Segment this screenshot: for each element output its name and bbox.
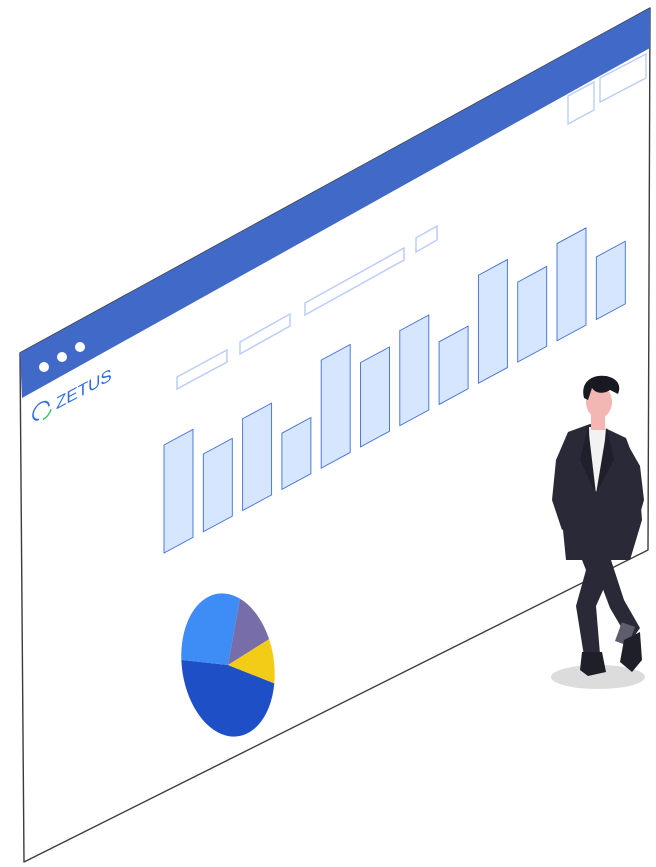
- chart-bar: [163, 428, 194, 554]
- window-control-dot[interactable]: [57, 352, 67, 362]
- dashboard-illustration: ZETUS: [19, 7, 651, 863]
- chart-bar: [477, 258, 508, 384]
- chart-bar: [242, 402, 273, 512]
- chart-bar: [202, 437, 233, 533]
- chart-bar: [399, 314, 430, 427]
- window-control-dot[interactable]: [75, 342, 85, 352]
- person-shoe: [580, 652, 606, 676]
- window-control-dot[interactable]: [39, 362, 49, 372]
- chart-bar: [517, 265, 548, 363]
- chart-bar: [556, 227, 587, 342]
- chart-bar: [320, 343, 351, 469]
- chart-bar: [360, 346, 390, 448]
